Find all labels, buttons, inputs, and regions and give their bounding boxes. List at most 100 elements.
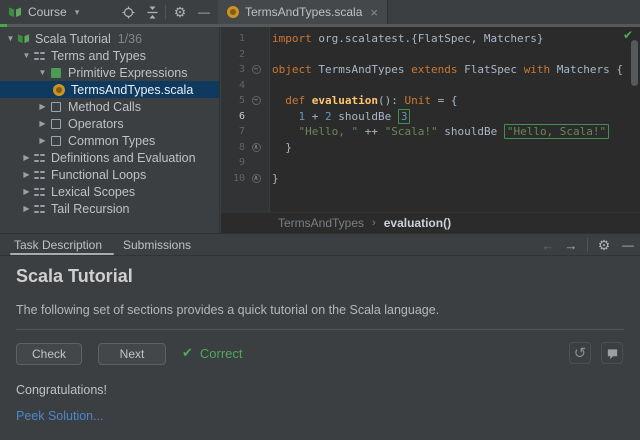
tree-item[interactable]: ▼ Primitive Expressions <box>0 64 219 81</box>
line-number[interactable]: 3 <box>221 64 245 75</box>
fold-open-icon[interactable]: − <box>251 96 261 106</box>
tree-item[interactable]: ▶ Method Calls <box>0 98 219 115</box>
breadcrumb-parent[interactable]: TermsAndTypes <box>278 216 364 230</box>
expand-arrow-icon[interactable]: ▼ <box>36 68 49 77</box>
code-editor[interactable]: 1 import org.scalatest.{FlatSpec, Matcher… <box>221 27 640 212</box>
tree-item[interactable]: ▶ Lexical Scopes <box>0 183 219 200</box>
code-token: evaluation <box>311 94 378 108</box>
code-line[interactable]: 1 import org.scalatest.{FlatSpec, Matcher… <box>221 31 640 47</box>
tree-item-label: Terms and Types <box>51 48 146 63</box>
congratulations-text: Congratulations! <box>16 383 108 397</box>
code-line[interactable]: 3− object TermsAndTypes extends FlatSpec … <box>221 62 640 78</box>
tree-item-label: Method Calls <box>68 99 141 114</box>
editor-tab[interactable]: TermsAndTypes.scala × <box>218 0 388 24</box>
code-line[interactable]: 7 "Hello, " ++ "Scala!" shouldBe "Hello,… <box>221 124 640 140</box>
back-arrow-icon[interactable]: ← <box>540 237 556 253</box>
line-number[interactable]: 7 <box>221 126 245 137</box>
undo-icon: ↺ <box>573 345 587 362</box>
tree-item-label: Functional Loops <box>51 167 147 182</box>
answer-placeholder[interactable]: "Hello, Scala!" <box>503 124 610 140</box>
lesson-grid-icon <box>34 152 45 163</box>
line-number[interactable]: 1 <box>221 33 245 44</box>
gear-icon[interactable]: ⚙ <box>172 4 188 20</box>
active-tab-underline <box>10 253 114 255</box>
gear-icon[interactable]: ⚙ <box>596 237 612 253</box>
tree-item[interactable]: ▶ Operators <box>0 115 219 132</box>
tree-item[interactable]: ▶ Tail Recursion <box>0 200 219 217</box>
close-icon[interactable]: × <box>370 6 378 19</box>
code-text: } <box>267 172 279 185</box>
fold-open-icon[interactable]: − <box>251 65 261 75</box>
tree-item-count: 1/36 <box>117 31 143 46</box>
divider <box>16 329 624 330</box>
code-line[interactable]: 6 1 + 2 shouldBe 3 <box>221 108 640 125</box>
bottom-tab-bar: Task Description Submissions ← → ⚙ — <box>0 233 640 256</box>
hide-panel-icon[interactable]: — <box>620 237 636 253</box>
line-number[interactable]: 10 <box>221 173 245 184</box>
collapse-all-icon[interactable] <box>144 4 160 20</box>
tree-item-label: TermsAndTypes.scala <box>71 82 194 97</box>
tree-item[interactable]: ▶ Common Types <box>0 132 219 149</box>
tree-item[interactable]: ▶ Functional Loops <box>0 166 219 183</box>
line-number[interactable]: 5 <box>221 95 245 106</box>
editor-scrollbar[interactable] <box>631 40 638 86</box>
code-token: import <box>272 32 312 46</box>
task-title: Scala Tutorial <box>16 266 133 286</box>
course-selector[interactable]: Course ▾ <box>8 0 79 24</box>
code-text: object TermsAndTypes extends FlatSpec wi… <box>267 63 623 76</box>
collapse-arrow-icon[interactable]: ▶ <box>36 119 49 128</box>
comment-button[interactable] <box>601 342 623 364</box>
line-number[interactable]: 2 <box>221 49 245 60</box>
code-line[interactable]: 4 <box>221 78 640 94</box>
code-line[interactable]: 2 <box>221 47 640 63</box>
collapse-arrow-icon[interactable]: ▶ <box>20 153 33 162</box>
line-number[interactable]: 8 <box>221 142 245 153</box>
peek-solution-link[interactable]: Peek Solution... <box>16 409 104 423</box>
tree-item[interactable]: ▼ Scala Tutorial 1/36 <box>0 30 219 47</box>
main-toolbar: Course ▾ ⚙ — TermsAndTypes.scala × <box>0 0 640 24</box>
code-lines: 1 import org.scalatest.{FlatSpec, Matcher… <box>221 31 640 186</box>
next-button[interactable]: Next <box>98 343 166 365</box>
collapse-arrow-icon[interactable]: ▶ <box>20 204 33 213</box>
collapse-arrow-icon[interactable]: ▶ <box>36 136 49 145</box>
code-line[interactable]: 5− def evaluation(): Unit = { <box>221 93 640 109</box>
collapse-arrow-icon[interactable]: ▶ <box>20 170 33 179</box>
answer-placeholder[interactable]: 3 <box>397 108 411 124</box>
collapse-arrow-icon[interactable]: ▶ <box>36 102 49 111</box>
code-text: import org.scalatest.{FlatSpec, Matchers… <box>267 32 544 45</box>
course-tree: ▼ Scala Tutorial 1/36 ▼ Terms and Types ▼ Prim… <box>0 27 220 233</box>
code-line[interactable]: 9 <box>221 155 640 171</box>
reset-task-button[interactable]: ↺ <box>569 342 591 364</box>
collapse-arrow-icon[interactable]: ▶ <box>20 187 33 196</box>
expand-arrow-icon[interactable]: ▼ <box>4 34 17 43</box>
code-line[interactable]: 10 ∧} <box>221 171 640 187</box>
code-token: extends <box>411 63 458 77</box>
tab-submissions[interactable]: Submissions <box>123 234 191 256</box>
task-description-panel: Scala Tutorial The following set of sect… <box>0 256 640 440</box>
expand-arrow-icon[interactable]: ▼ <box>20 51 33 60</box>
forward-arrow-icon[interactable]: → <box>563 237 579 253</box>
code-text: def evaluation(): Unit = { <box>267 94 457 107</box>
breadcrumb-current[interactable]: evaluation() <box>384 216 451 230</box>
tree-item[interactable]: ▼ Terms and Types <box>0 47 219 64</box>
code-token: def <box>285 94 306 108</box>
fold-close-icon[interactable]: ∧ <box>251 173 261 183</box>
line-number[interactable]: 6 <box>221 111 245 122</box>
check-button[interactable]: Check <box>16 343 82 365</box>
hide-toolbar-icon[interactable]: — <box>196 4 212 20</box>
code-token: } <box>272 171 279 185</box>
tree-item[interactable]: TermsAndTypes.scala <box>0 81 219 98</box>
line-number[interactable]: 9 <box>221 157 245 168</box>
breadcrumb: TermsAndTypes › evaluation() <box>221 212 640 233</box>
tree-item[interactable]: ▶ Definitions and Evaluation <box>0 149 219 166</box>
tree-item-label: Primitive Expressions <box>68 65 188 80</box>
code-token: object <box>272 63 312 77</box>
locate-icon[interactable] <box>120 4 136 20</box>
fold-close-icon[interactable]: ∧ <box>251 142 261 152</box>
code-line[interactable]: 8 ∧ } <box>221 140 640 156</box>
code-token: (): <box>377 94 405 108</box>
line-number[interactable]: 4 <box>221 80 245 91</box>
tree-item-label: Definitions and Evaluation <box>51 150 196 165</box>
